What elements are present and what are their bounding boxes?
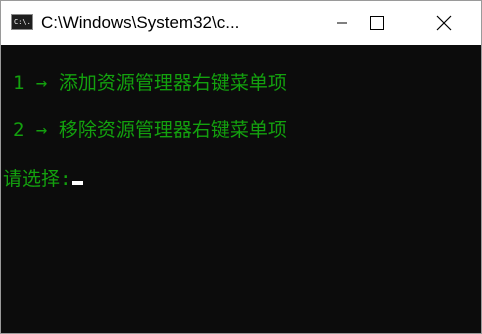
prompt-label: 请选择: [3, 168, 72, 190]
console-window: C:\. C:\Windows\System32\c... 1 → 添加资源管理… [0, 0, 482, 334]
option-text: 添加资源管理器右键菜单项 [58, 72, 287, 94]
close-icon [436, 15, 452, 31]
text-cursor [72, 181, 84, 185]
title-bar[interactable]: C:\. C:\Windows\System32\c... [1, 1, 481, 45]
minimize-icon [337, 22, 347, 24]
cmd-app-icon[interactable]: C:\. [11, 14, 33, 30]
option-number: 2 [13, 119, 25, 141]
window-title: C:\Windows\System32\c... [41, 13, 240, 32]
close-button[interactable] [421, 1, 467, 45]
menu-option-2: 2 → 移除资源管理器右键菜单项 [13, 118, 287, 142]
option-number: 1 [13, 72, 25, 94]
menu-option-1: 1 → 添加资源管理器右键菜单项 [13, 71, 287, 95]
option-text: 移除资源管理器右键菜单项 [58, 119, 287, 141]
arrow-icon: → [35, 119, 48, 141]
console-output[interactable]: 1 → 添加资源管理器右键菜单项 2 → 移除资源管理器右键菜单项 请选择: [1, 45, 481, 333]
arrow-icon: → [35, 72, 48, 94]
maximize-button[interactable] [354, 1, 400, 45]
input-prompt[interactable]: 请选择: [3, 167, 84, 191]
maximize-icon [370, 16, 384, 30]
